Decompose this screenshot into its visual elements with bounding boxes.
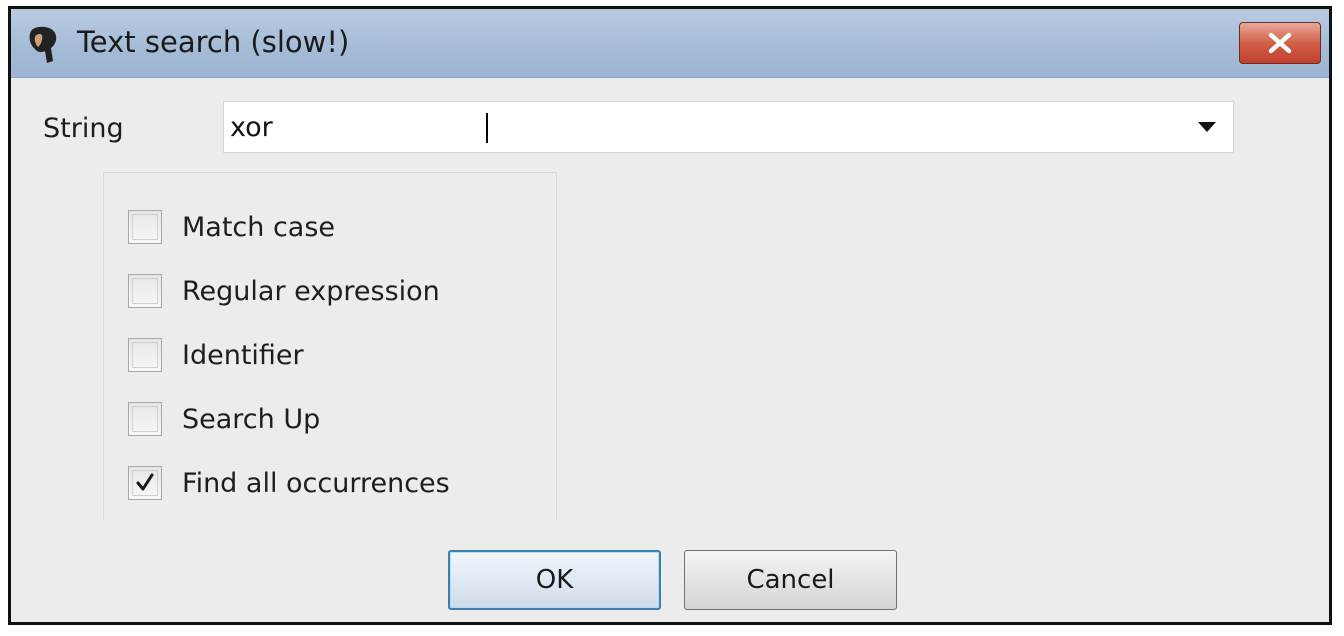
dropdown-arrow-icon[interactable] — [1187, 102, 1227, 152]
search-up-checkbox[interactable] — [128, 402, 162, 436]
string-label: String — [43, 113, 124, 144]
option-find-all-occurrences[interactable]: Find all occurrences — [128, 463, 450, 503]
search-options-group: Match case Regular expression Identifier… — [103, 172, 557, 520]
identifier-label: Identifier — [182, 339, 304, 371]
cancel-button[interactable]: Cancel — [684, 550, 897, 610]
checkmark-icon — [136, 473, 154, 491]
app-logo-icon — [21, 23, 65, 67]
option-regular-expression[interactable]: Regular expression — [128, 271, 440, 311]
ok-button[interactable]: OK — [448, 550, 661, 610]
window-title: Text search (slow!) — [77, 25, 350, 59]
identifier-checkbox[interactable] — [128, 338, 162, 372]
regular-expression-checkbox[interactable] — [128, 274, 162, 308]
option-identifier[interactable]: Identifier — [128, 335, 304, 375]
search-up-label: Search Up — [182, 403, 321, 435]
string-input[interactable] — [224, 102, 1184, 152]
string-combobox[interactable] — [223, 101, 1234, 153]
close-button[interactable] — [1239, 22, 1321, 64]
text-search-dialog: Text search (slow!) String Match case Re… — [8, 6, 1332, 625]
close-icon[interactable] — [1267, 32, 1293, 54]
option-search-up[interactable]: Search Up — [128, 399, 320, 439]
option-match-case[interactable]: Match case — [128, 207, 335, 247]
text-caret — [486, 113, 488, 143]
title-bar: Text search (slow!) — [11, 9, 1329, 78]
regular-expression-label: Regular expression — [182, 275, 440, 307]
find-all-occurrences-checkbox[interactable] — [128, 466, 162, 500]
find-all-occurrences-label: Find all occurrences — [182, 467, 450, 499]
match-case-label: Match case — [182, 211, 336, 243]
match-case-checkbox[interactable] — [128, 210, 162, 244]
